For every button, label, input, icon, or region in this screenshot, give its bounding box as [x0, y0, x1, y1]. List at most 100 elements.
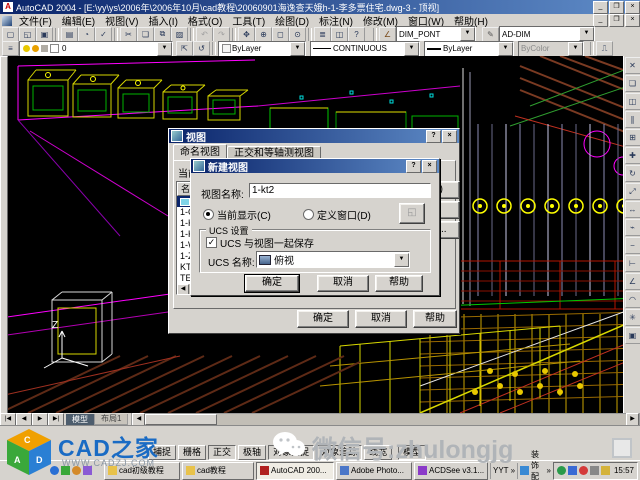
help-button[interactable]: 帮助	[413, 310, 457, 328]
save-ucs-checkbox[interactable]: ✓ UCS 与视图一起保存	[206, 235, 314, 250]
pan-icon[interactable]: ✥	[238, 27, 255, 42]
last-tab-icon[interactable]: ▶|	[48, 413, 64, 426]
extend-icon[interactable]: −	[625, 237, 640, 254]
array-icon[interactable]: ⊞	[625, 129, 640, 146]
undo-icon[interactable]: ↶	[196, 27, 213, 42]
preview-icon[interactable]: ◔	[78, 27, 95, 42]
scroll-right-icon[interactable]: ▶	[626, 413, 639, 426]
chevron-icon[interactable]: »	[511, 466, 515, 475]
restore-button[interactable]: ❐	[609, 1, 624, 14]
zoom-realtime-icon[interactable]: ⊕	[255, 27, 272, 42]
layer-combo[interactable]: 0 ▼	[19, 41, 173, 57]
erase-icon[interactable]: ✕	[625, 57, 640, 74]
taskbar-button[interactable]: cad教程	[182, 462, 254, 480]
print-icon[interactable]: ▤	[61, 27, 78, 42]
scroll-left-icon[interactable]: ◀	[177, 284, 189, 295]
mirror-icon[interactable]: ◫	[625, 93, 640, 110]
view-name-input[interactable]	[249, 183, 431, 198]
chevron-down-icon[interactable]: ▼	[498, 42, 513, 56]
region-icon[interactable]: ▣	[625, 327, 640, 344]
grid-toggle[interactable]: 栅格	[178, 445, 206, 460]
dialog-help-icon[interactable]: ?	[406, 160, 421, 173]
make-layer-current-icon[interactable]: ⇱	[176, 41, 193, 56]
tab-model[interactable]: 模型	[66, 414, 94, 425]
tray-icon[interactable]	[579, 466, 588, 475]
polar-toggle[interactable]: 极轴	[238, 445, 266, 460]
scrollbar-thumb[interactable]	[145, 414, 217, 425]
layers-icon[interactable]: ≡	[2, 41, 19, 56]
scale-icon[interactable]: ⤢	[625, 183, 640, 200]
dim-style-icon[interactable]: ∠	[379, 27, 396, 42]
help-button[interactable]: 帮助	[375, 275, 423, 292]
move-icon[interactable]: ✚	[625, 147, 640, 164]
next-tab-icon[interactable]: ▶	[32, 413, 48, 426]
lineweight-combo[interactable]: ByLayer ▼	[424, 41, 514, 57]
doc-close-button[interactable]: ×	[625, 14, 640, 27]
trim-icon[interactable]: ⌁	[625, 219, 640, 236]
chevron-down-icon[interactable]: ▼	[157, 42, 172, 56]
doc-minimize-button[interactable]: _	[593, 14, 608, 27]
chevron-down-icon[interactable]: ▼	[579, 27, 594, 41]
taskbar-toolbar-decor[interactable]: 装饰配件 »	[517, 463, 553, 479]
cancel-button[interactable]: 取消	[355, 310, 407, 328]
cut-icon[interactable]: ✂	[120, 27, 137, 42]
minimize-button[interactable]: _	[593, 1, 608, 14]
help-icon[interactable]: ?	[348, 27, 365, 42]
tray-icon[interactable]	[568, 466, 577, 475]
cancel-button[interactable]: 取消	[317, 275, 369, 292]
ucs-name-combo[interactable]: 俯视 ▼	[256, 251, 410, 268]
doc-restore-button[interactable]: ❐	[609, 14, 624, 27]
zoom-previous-icon[interactable]: ⊙	[289, 27, 306, 42]
ortho-toggle[interactable]: 正交	[208, 445, 236, 460]
explode-icon[interactable]: ✳	[625, 309, 640, 326]
cadzj-logo-cube-icon: C A D	[4, 427, 54, 477]
dialog-close-icon[interactable]: ×	[422, 160, 437, 173]
new-icon[interactable]: ▢	[2, 27, 19, 42]
paste-icon[interactable]: ⧉	[154, 27, 171, 42]
properties-icon[interactable]: ≣	[314, 27, 331, 42]
current-display-radio[interactable]: 当前显示(C)	[203, 207, 271, 222]
matchprop-icon[interactable]: ▨	[171, 27, 188, 42]
designcenter-icon[interactable]: ◫	[331, 27, 348, 42]
plot-icon[interactable]: ⎍	[596, 41, 613, 56]
scroll-left-icon[interactable]: ◀	[132, 413, 145, 426]
redo-icon[interactable]: ↷	[213, 27, 230, 42]
zoom-window-icon[interactable]: ◻	[272, 27, 289, 42]
ok-button[interactable]: 确定	[297, 310, 349, 328]
spelling-icon[interactable]: ✓	[95, 27, 112, 42]
tray-icon[interactable]	[557, 466, 566, 475]
linetype-combo[interactable]: CONTINUOUS ▼	[310, 41, 420, 57]
dialog-help-icon[interactable]: ?	[426, 130, 441, 143]
tray-icon[interactable]	[590, 466, 599, 475]
horizontal-scrollbar[interactable]: ◀ ▶	[131, 413, 640, 426]
pick-window-button[interactable]: ◱	[399, 203, 425, 224]
chevron-icon[interactable]: »	[547, 466, 551, 475]
close-button[interactable]: ×	[625, 1, 640, 14]
chevron-down-icon[interactable]: ▼	[290, 42, 305, 56]
break-icon[interactable]: ⊢	[625, 255, 640, 272]
tab-layout1[interactable]: 布局1	[94, 414, 128, 425]
offset-icon[interactable]: ∥	[625, 111, 640, 128]
new-view-dialog-titlebar[interactable]: 新建视图 ? ×	[191, 159, 439, 173]
copy-icon[interactable]: ❏	[137, 27, 154, 42]
prev-tab-icon[interactable]: ◀	[16, 413, 32, 426]
chevron-down-icon[interactable]: ▼	[394, 253, 409, 267]
open-icon[interactable]: ◱	[19, 27, 36, 42]
fillet-icon[interactable]: ◠	[625, 291, 640, 308]
color-combo[interactable]: ByLayer ▼	[218, 41, 306, 57]
stretch-icon[interactable]: ↔	[625, 201, 640, 218]
chevron-down-icon[interactable]: ▼	[404, 42, 419, 56]
text-style-icon[interactable]: ✎	[482, 27, 499, 42]
view-dialog-titlebar[interactable]: 视图 ? ×	[169, 129, 459, 143]
chevron-down-icon[interactable]: ▼	[460, 27, 475, 41]
chamfer-icon[interactable]: ∠	[625, 273, 640, 290]
tray-icon[interactable]	[601, 466, 610, 475]
layer-previous-icon[interactable]: ↺	[193, 41, 210, 56]
rotate-icon[interactable]: ↻	[625, 165, 640, 182]
copy-object-icon[interactable]: ❏	[625, 75, 640, 92]
save-icon[interactable]: ▣	[36, 27, 53, 42]
dialog-close-icon[interactable]: ×	[442, 130, 457, 143]
ok-button[interactable]: 确定	[245, 275, 299, 292]
first-tab-icon[interactable]: |◀	[0, 413, 16, 426]
define-window-radio[interactable]: 定义窗口(D)	[303, 207, 371, 222]
